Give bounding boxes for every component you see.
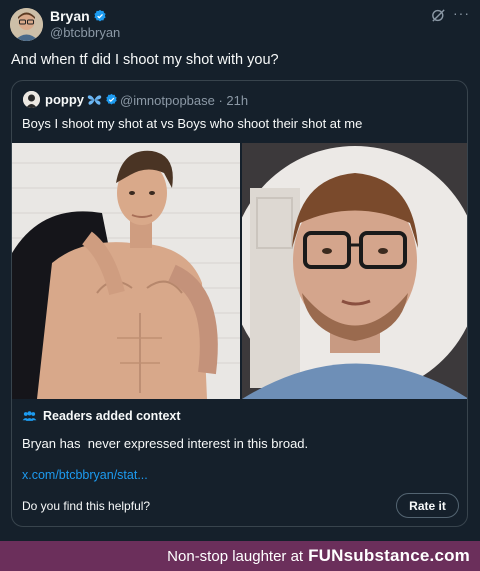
author-avatar[interactable]	[10, 8, 43, 41]
quote-author-name[interactable]: poppy	[45, 92, 118, 107]
community-note-link[interactable]: x.com/btcbbryan/stat...	[22, 468, 148, 482]
footer-brand: FUNsubstance.com	[308, 546, 470, 565]
more-icon[interactable]: ···	[453, 5, 469, 21]
quoted-post[interactable]: poppy @imnotpopbase · 21h Boys I shoot m…	[11, 80, 468, 527]
author-name-text[interactable]: Bryan	[50, 8, 90, 24]
verified-badge-icon	[94, 9, 106, 22]
community-note-heading-text: Readers added context	[43, 409, 181, 423]
quote-author-name-text[interactable]: poppy	[45, 92, 84, 107]
people-icon	[22, 410, 37, 421]
author-name[interactable]: Bryan	[50, 8, 107, 24]
community-note-heading: Readers added context	[22, 409, 181, 423]
shirtless-man-photo[interactable]	[12, 143, 240, 399]
quote-text: Boys I shoot my shot at vs Boys who shoo…	[22, 116, 363, 131]
post-text: And when tf did I shoot my shot with you…	[11, 52, 279, 68]
post: Bryan @btcbbryan ··· And when tf did I s…	[0, 0, 480, 541]
butterfly-icon	[87, 94, 102, 105]
man-with-glasses-photo[interactable]	[242, 143, 467, 399]
author-handle[interactable]: @btcbbryan	[50, 25, 120, 40]
footer-text: Non-stop laughter at	[167, 547, 304, 565]
quote-author-avatar[interactable]	[23, 91, 40, 108]
helpful-prompt: Do you find this helpful?	[22, 499, 151, 513]
verified-badge-icon	[106, 93, 117, 105]
grok-icon[interactable]	[430, 7, 447, 24]
rate-it-button[interactable]: Rate it	[396, 493, 459, 518]
community-note-text: Bryan has never expressed interest in th…	[22, 436, 309, 451]
watermark-footer: Non-stop laughter at FUNsubstance.com	[0, 541, 480, 571]
quote-author-handle[interactable]: @imnotpopbase · 21h	[120, 93, 248, 108]
